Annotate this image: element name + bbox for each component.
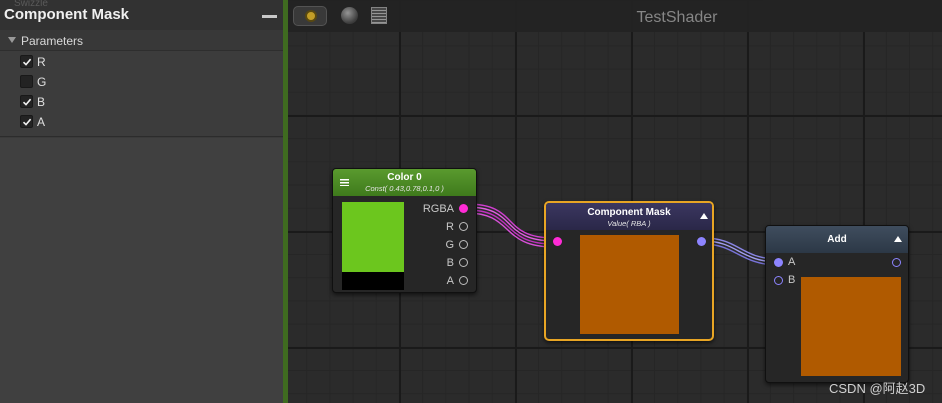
- mask-preview: [580, 235, 679, 334]
- collapse-preview-icon[interactable]: [894, 236, 902, 242]
- add-node[interactable]: Add A B: [765, 225, 909, 383]
- output-label-g: G: [445, 239, 454, 251]
- add-input-port-a[interactable]: [774, 258, 783, 267]
- output-port-g[interactable]: [459, 240, 468, 249]
- component-mask-node[interactable]: Component Mask Value( RBA ): [544, 201, 714, 341]
- color-node[interactable]: Color 0 Const( 0.43,0.78,0.1,0 ) RGBA R …: [332, 168, 477, 293]
- add-preview: [801, 277, 901, 376]
- mask-output-port[interactable]: [697, 237, 706, 246]
- collapse-preview-icon[interactable]: [700, 213, 708, 219]
- watermark: CSDN @阿赵3D: [829, 381, 926, 396]
- add-input-label-b: B: [788, 274, 796, 286]
- mask-node-subtitle: Value( RBA ): [607, 219, 651, 228]
- output-port-rgba[interactable]: [459, 204, 468, 213]
- add-output-port[interactable]: [892, 258, 901, 267]
- output-label-a: A: [446, 275, 454, 287]
- output-label-r: R: [446, 221, 454, 233]
- mask-input-port[interactable]: [553, 237, 562, 246]
- output-port-b[interactable]: [459, 258, 468, 267]
- mask-node-header[interactable]: Component Mask Value( RBA ): [546, 203, 712, 230]
- output-label-b: B: [446, 257, 454, 269]
- color-swatch[interactable]: [342, 202, 404, 290]
- add-input-label-a: A: [788, 256, 796, 268]
- add-node-header[interactable]: Add: [766, 226, 908, 253]
- wire-rgba-to-mask[interactable]: [466, 203, 555, 248]
- color-node-subtitle: Const( 0.43,0.78,0.1,0 ): [365, 184, 444, 193]
- mask-node-title: Component Mask: [587, 207, 671, 218]
- output-label-rgba: RGBA: [422, 203, 454, 215]
- color-node-header[interactable]: Color 0 Const( 0.43,0.78,0.1,0 ): [333, 169, 476, 196]
- add-input-port-b[interactable]: [774, 276, 783, 285]
- output-port-r[interactable]: [459, 222, 468, 231]
- output-port-a[interactable]: [459, 276, 468, 285]
- color-swatch-rgb: [342, 202, 404, 272]
- add-node-title: Add: [827, 234, 847, 245]
- color-node-title: Color 0: [387, 172, 422, 183]
